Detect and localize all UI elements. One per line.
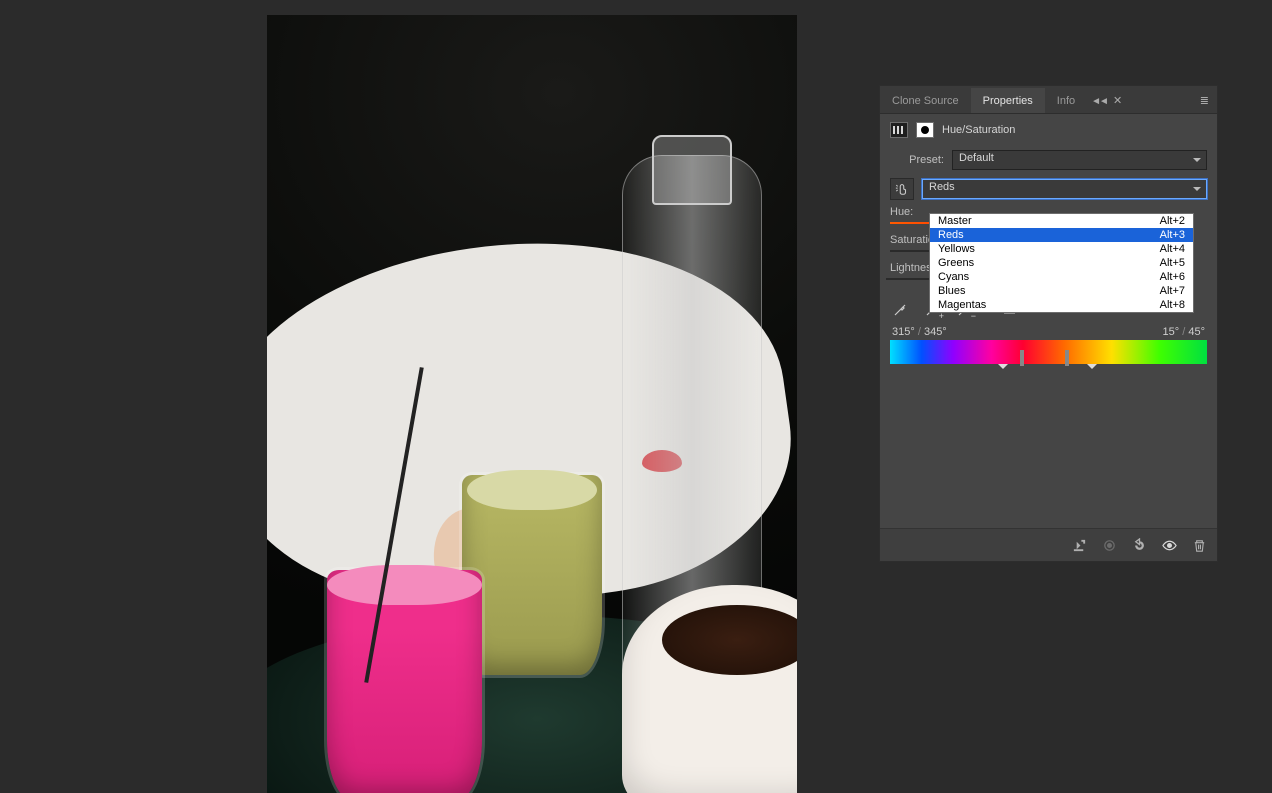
layer-mask-icon[interactable] xyxy=(916,122,934,138)
trash-icon[interactable] xyxy=(1191,537,1207,553)
view-previous-state-icon xyxy=(1101,537,1117,553)
clip-to-layer-icon[interactable] xyxy=(1071,537,1087,553)
channel-option-cyans[interactable]: CyansAlt+6 xyxy=(930,270,1193,284)
spectrum-top xyxy=(890,340,1207,352)
photo-bottle-cap xyxy=(652,135,732,205)
visibility-icon[interactable] xyxy=(1161,537,1177,553)
range-right-a: 15° xyxy=(1163,326,1180,338)
range-handle-outer-right[interactable] xyxy=(1087,364,1097,374)
photo-pink-drink-foam xyxy=(327,565,482,605)
channel-option-magentas[interactable]: MagentasAlt+8 xyxy=(930,298,1193,312)
channel-dropdown[interactable]: Reds xyxy=(922,179,1207,199)
channel-dropdown-list[interactable]: MasterAlt+2RedsAlt+3YellowsAlt+4GreensAl… xyxy=(929,213,1194,313)
panel-menu-icon[interactable]: ≣ xyxy=(1192,88,1217,113)
channel-option-blues[interactable]: BluesAlt+7 xyxy=(930,284,1193,298)
panel-close-icon[interactable]: ✕ xyxy=(1111,88,1130,113)
document-canvas[interactable] xyxy=(267,15,797,793)
adjustment-header: Hue/Saturation xyxy=(880,114,1217,146)
preset-row: Preset: Default xyxy=(880,146,1217,174)
adjustment-icon[interactable] xyxy=(890,122,908,138)
preset-dropdown[interactable]: Default xyxy=(952,150,1207,170)
adjustment-title: Hue/Saturation xyxy=(942,124,1015,136)
range-handle-outer-left[interactable] xyxy=(998,364,1008,374)
preset-label: Preset: xyxy=(890,154,944,166)
tab-properties[interactable]: Properties xyxy=(971,88,1045,113)
channel-option-master[interactable]: MasterAlt+2 xyxy=(930,214,1193,228)
panel-collapse-icon[interactable]: ◄◄ xyxy=(1087,90,1111,113)
panel-footer xyxy=(880,528,1217,561)
targeted-adjustment-button[interactable] xyxy=(890,178,914,200)
eyedropper-icon[interactable] xyxy=(890,298,910,318)
tab-clone-source[interactable]: Clone Source xyxy=(880,88,971,113)
hue-range-readout: 315° / 345° 15° / 45° xyxy=(880,322,1217,340)
channel-option-yellows[interactable]: YellowsAlt+4 xyxy=(930,242,1193,256)
spectrum-bottom xyxy=(890,352,1207,364)
range-right-b: 45° xyxy=(1188,326,1205,338)
range-left-b: 345° xyxy=(924,326,947,338)
channel-option-greens[interactable]: GreensAlt+5 xyxy=(930,256,1193,270)
panel-tabs: Clone Source Properties Info ◄◄ ✕ ≣ xyxy=(880,86,1217,114)
tab-info[interactable]: Info xyxy=(1045,88,1087,113)
photo-green-drink-top xyxy=(467,470,597,510)
reset-icon[interactable] xyxy=(1131,537,1147,553)
hue-range-sliders[interactable] xyxy=(880,340,1217,378)
range-left-a: 315° xyxy=(892,326,915,338)
properties-panel: Clone Source Properties Info ◄◄ ✕ ≣ Hue/… xyxy=(879,85,1218,562)
preset-value[interactable]: Default xyxy=(952,150,1207,170)
channel-row: Reds xyxy=(880,174,1217,204)
channel-option-reds[interactable]: RedsAlt+3 xyxy=(930,228,1193,242)
